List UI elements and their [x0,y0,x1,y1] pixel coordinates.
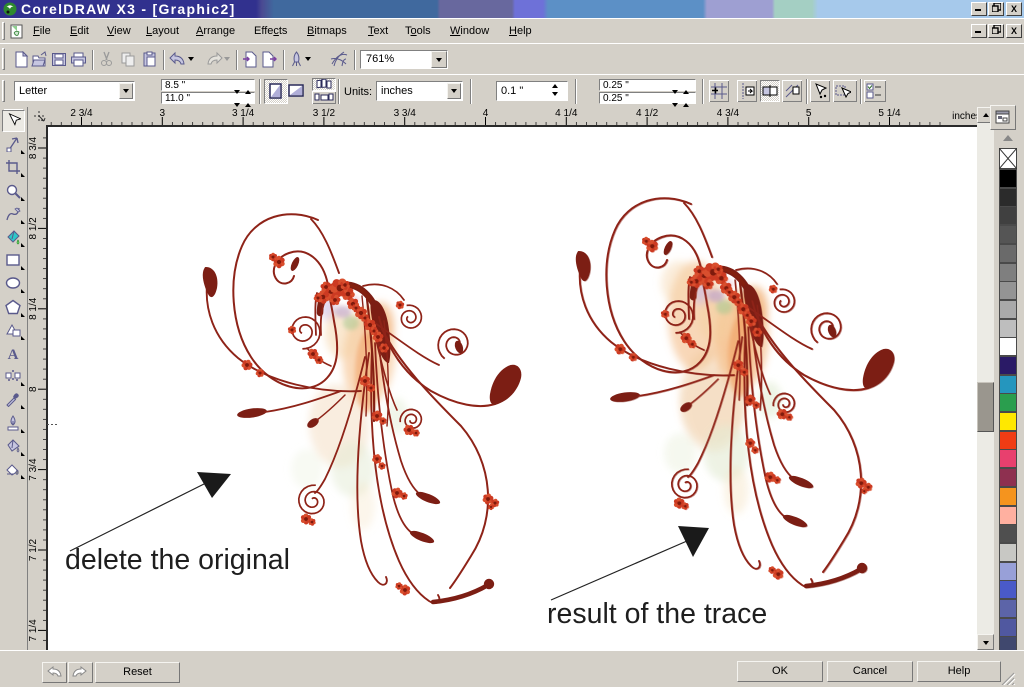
svg-text:A: A [8,347,19,361]
svg-text:7 1/2: 7 1/2 [28,538,39,561]
svg-text:3 1/4: 3 1/4 [232,108,255,119]
svg-text:7 1/4: 7 1/4 [28,619,39,642]
svg-text:4 1/4: 4 1/4 [555,108,578,119]
svg-text:3 3/4: 3 3/4 [394,108,417,119]
svg-text:result of the trace: result of the trace [547,598,767,630]
svg-text:3 1/2: 3 1/2 [313,108,336,119]
svg-text:5 1/4: 5 1/4 [878,108,901,119]
svg-text:8: 8 [28,386,39,392]
svg-text:4 3/4: 4 3/4 [717,108,740,119]
svg-text:8 1/4: 8 1/4 [28,297,39,320]
svg-text:delete the original: delete the original [65,544,290,576]
svg-text:4 1/2: 4 1/2 [636,108,659,119]
svg-text:2 3/4: 2 3/4 [70,108,93,119]
svg-text:7 3/4: 7 3/4 [28,458,39,481]
svg-text:3: 3 [160,108,166,119]
svg-text:4: 4 [483,108,489,119]
svg-text:8 1/2: 8 1/2 [28,217,39,240]
svg-text:5: 5 [806,108,812,119]
svg-text:8 3/4: 8 3/4 [28,136,39,159]
